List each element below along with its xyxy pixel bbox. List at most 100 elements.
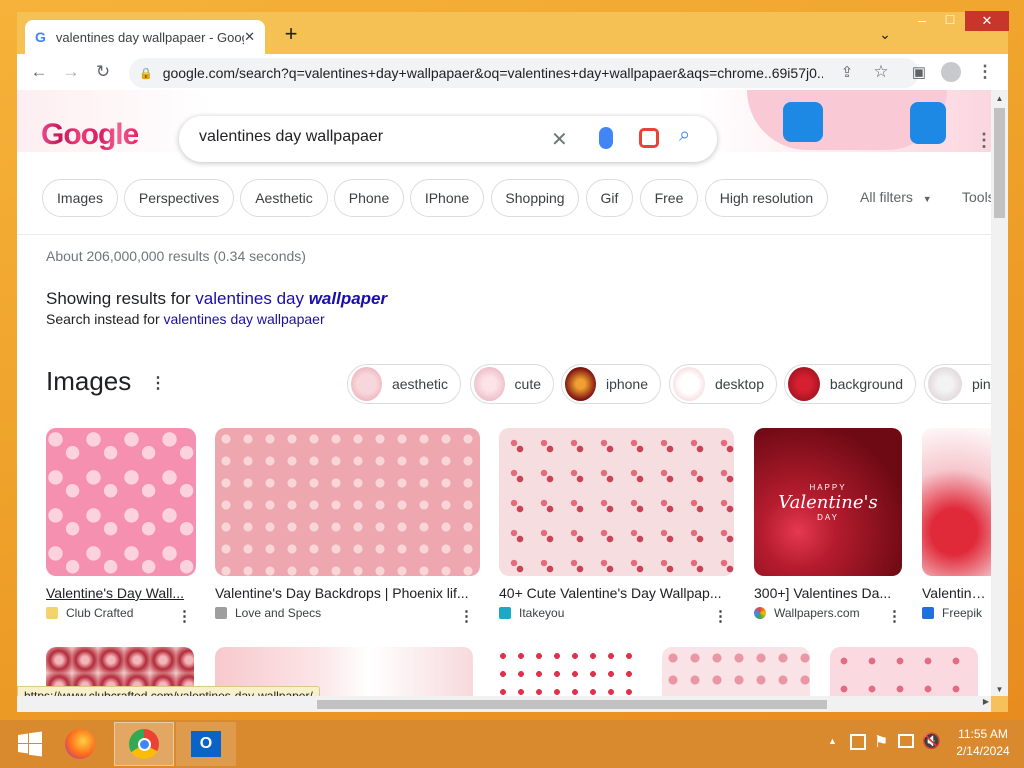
browser-toolbar: ← → ↻ 🔒 google.com/search?q=valentines+d…	[17, 54, 1008, 90]
result-image-red-hearts-partial[interactable]	[922, 428, 991, 576]
result-image-heart-pattern[interactable]	[494, 647, 642, 696]
side-panel-icon[interactable]: ▣	[907, 60, 931, 84]
voice-search-mic-icon[interactable]	[599, 127, 613, 149]
filter-chip-aesthetic[interactable]: Aesthetic	[240, 179, 328, 217]
address-bar[interactable]: 🔒 google.com/search?q=valentines+day+wal…	[129, 58, 919, 88]
card-menu-icon[interactable]: ⋮	[887, 607, 902, 625]
back-arrow-icon[interactable]: ←	[27, 60, 51, 84]
related-chip-background[interactable]: background	[784, 364, 916, 404]
result-image-heart-grid[interactable]	[662, 647, 810, 696]
browser-menu-icon[interactable]: ⋮	[973, 60, 997, 84]
related-thumb	[673, 367, 705, 401]
image-result-card[interactable]: Valentine's Day Backdrops | Phoenix lif.…	[215, 428, 480, 625]
filter-chip-free[interactable]: Free	[640, 179, 698, 217]
outlook-taskbar-icon[interactable]: O	[176, 722, 236, 766]
search-instead-prefix: Search instead for	[46, 311, 164, 327]
tray-volume-muted-icon[interactable]: 🔇	[922, 732, 941, 750]
filter-chip-phone[interactable]: Phone	[334, 179, 404, 217]
filter-chip-iphone[interactable]: IPhone	[410, 179, 484, 217]
image-caption[interactable]: 300+] Valentines Da...	[754, 585, 902, 601]
link-status-bubble: https://www.clubcrafted.com/valentines-d…	[17, 686, 320, 696]
image-caption[interactable]: Valentine's Day Wall...	[46, 585, 196, 601]
header-divider	[17, 234, 991, 235]
search-input[interactable]	[199, 128, 519, 146]
firefox-taskbar-icon[interactable]	[50, 722, 110, 766]
profile-avatar-icon[interactable]	[939, 60, 963, 84]
forward-arrow-icon[interactable]: →	[59, 60, 83, 84]
scroll-right-arrow-icon[interactable]: ▶	[983, 697, 989, 706]
image-caption[interactable]: Valentine W	[922, 585, 991, 601]
related-chip-pin[interactable]: pin	[924, 364, 991, 404]
new-tab-button[interactable]: +	[279, 22, 303, 46]
clear-search-icon[interactable]: ✕	[551, 127, 568, 152]
result-image-heart-candy-pattern[interactable]	[46, 428, 196, 576]
close-tab-icon[interactable]: ✕	[244, 29, 255, 45]
bookmark-star-icon[interactable]: ☆	[869, 60, 893, 84]
image-caption[interactable]: Valentine's Day Backdrops | Phoenix lif.…	[215, 585, 480, 601]
apps-grid-icon[interactable]: ⋮⋮	[975, 130, 991, 151]
tab-title: valentines day wallpapaer - Goog	[55, 29, 245, 45]
corrected-query-link[interactable]: valentines day wallpaper	[195, 289, 387, 308]
filter-chip-images[interactable]: Images	[42, 179, 118, 217]
clock-time: 11:55 AM	[958, 727, 1008, 741]
related-chip-desktop[interactable]: desktop	[669, 364, 777, 404]
maximize-button[interactable]: □	[939, 11, 961, 31]
source-favicon-icon	[754, 607, 766, 619]
chrome-taskbar-icon[interactable]	[114, 722, 174, 766]
clock[interactable]: 11:55 AM 2/14/2024	[948, 726, 1018, 760]
search-instead-link[interactable]: valentines day wallpapaer	[164, 311, 325, 327]
related-chip-label: aesthetic	[391, 376, 448, 392]
tray-flag-icon[interactable]: ⚑	[874, 732, 888, 752]
filter-chip-shopping[interactable]: Shopping	[491, 179, 579, 217]
result-image-happy-valentines-red[interactable]: HAPPY Valentine's DAY	[754, 428, 902, 576]
related-thumb	[474, 367, 505, 401]
browser-tab[interactable]: G valentines day wallpapaer - Goog ✕	[25, 20, 265, 54]
google-logo[interactable]: Google	[41, 118, 139, 152]
result-image-cute-doodles[interactable]	[499, 428, 734, 576]
tray-display-icon[interactable]	[898, 734, 914, 748]
image-result-card[interactable]: HAPPY Valentine's DAY 300+] Valentines D…	[754, 428, 902, 625]
card-menu-icon[interactable]: ⋮	[713, 607, 728, 625]
scroll-down-arrow-icon[interactable]: ▼	[991, 685, 1008, 694]
image-caption[interactable]: 40+ Cute Valentine's Day Wallpap...	[499, 585, 734, 601]
search-magnifier-icon[interactable]: ⌕	[679, 124, 690, 147]
minimize-button[interactable]: –	[911, 12, 933, 32]
all-filters-button[interactable]: All filters ▼	[860, 189, 932, 205]
related-chip-cute[interactable]: cute	[470, 364, 554, 404]
windows-taskbar: O ▲ ⚑ 🔇 11:55 AM 2/14/2024	[0, 720, 1024, 768]
filter-chip-gif[interactable]: Gif	[586, 179, 633, 217]
dropdown-triangle-icon: ▼	[922, 194, 932, 204]
vertical-scroll-thumb[interactable]	[994, 108, 1005, 218]
horizontal-scrollbar[interactable]: ▶	[17, 696, 991, 712]
close-window-button[interactable]: ✕	[965, 11, 1009, 31]
vertical-scrollbar[interactable]: ▲ ▼	[991, 90, 1008, 696]
tray-show-hidden-icon[interactable]: ▲	[828, 736, 837, 746]
images-section-title: Images	[46, 366, 132, 396]
filter-chip-high-resolution[interactable]: High resolution	[705, 179, 828, 217]
filter-chip-perspectives[interactable]: Perspectives	[124, 179, 234, 217]
tools-button[interactable]: Tools	[962, 189, 991, 205]
result-image-xoxo-hearts[interactable]	[830, 647, 978, 696]
related-chip-label: background	[829, 376, 903, 392]
all-filters-label: All filters	[860, 189, 913, 205]
tray-network-icon[interactable]	[850, 734, 866, 750]
scroll-up-arrow-icon[interactable]: ▲	[991, 94, 1008, 103]
images-section-menu-icon[interactable]: ⋮	[150, 373, 166, 393]
horizontal-scroll-thumb[interactable]	[317, 700, 827, 709]
share-icon[interactable]: ⇪	[835, 60, 859, 84]
search-box[interactable]: ✕ ⌕	[179, 116, 717, 162]
card-menu-icon[interactable]: ⋮	[459, 607, 474, 625]
lens-camera-icon[interactable]	[639, 128, 659, 148]
reload-icon[interactable]: ↻	[91, 60, 115, 84]
image-result-card[interactable]: 40+ Cute Valentine's Day Wallpap... Itak…	[499, 428, 734, 625]
image-result-card[interactable]: Valentine's Day Wall... Club Crafted ⋮	[46, 428, 196, 625]
card-menu-icon[interactable]: ⋮	[177, 607, 192, 625]
related-chip-aesthetic[interactable]: aesthetic	[347, 364, 461, 404]
tab-strip: G valentines day wallpapaer - Goog ✕ + ⌄…	[17, 11, 1009, 54]
related-chip-label: pin	[972, 376, 991, 392]
image-result-card[interactable]: Valentine W Freepik	[922, 428, 991, 620]
tab-search-chevron-icon[interactable]: ⌄	[875, 26, 895, 46]
image-source: Wallpapers.com	[774, 606, 860, 620]
result-image-pink-hearts-backdrop[interactable]	[215, 428, 480, 576]
related-chip-iphone[interactable]: iphone	[561, 364, 661, 404]
